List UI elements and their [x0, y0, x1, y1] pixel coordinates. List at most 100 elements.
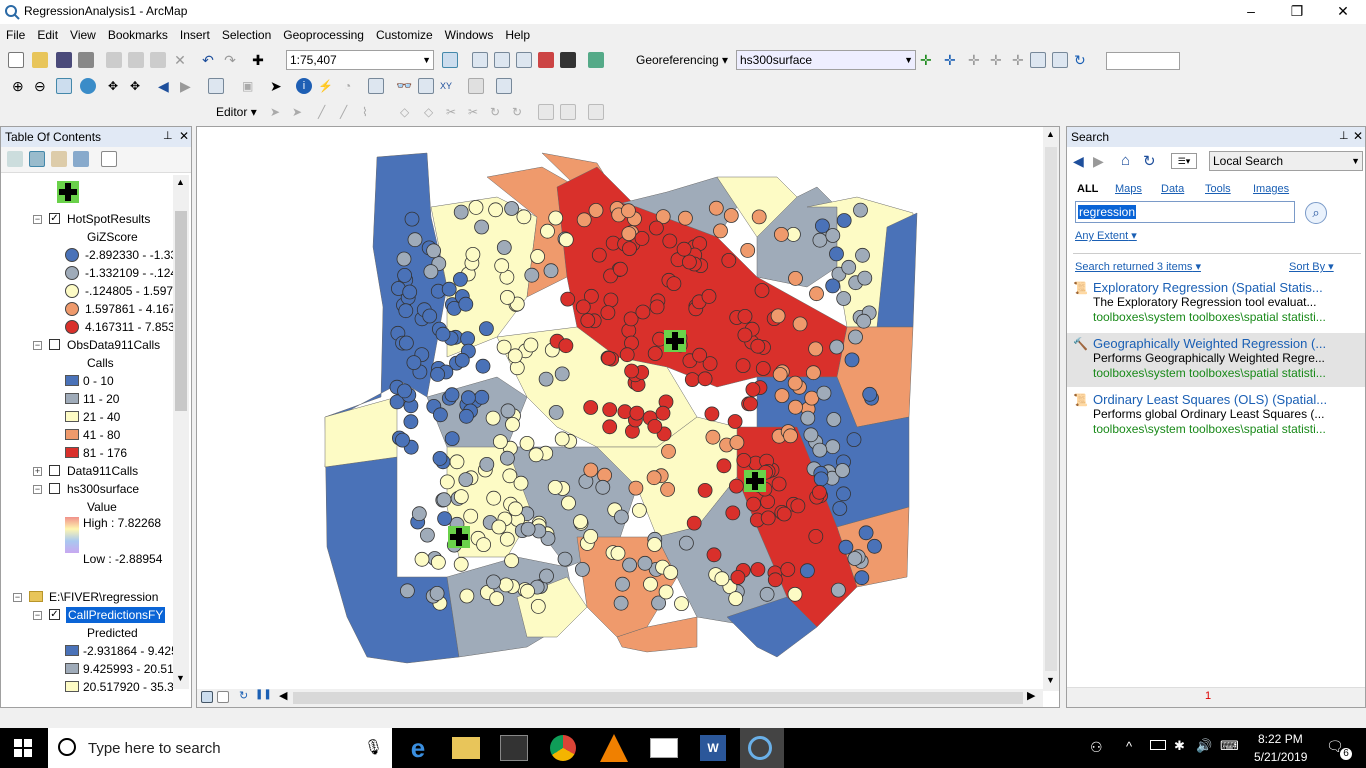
page-number[interactable]: 1 — [1205, 690, 1211, 702]
new-document-icon[interactable] — [8, 52, 24, 68]
menu-selection[interactable]: Selection — [216, 24, 277, 46]
extent-filter[interactable]: Any Extent ▾ — [1075, 229, 1137, 242]
print-icon[interactable] — [78, 52, 94, 68]
add-data-icon[interactable]: ✚ — [250, 52, 266, 68]
html-popup-icon[interactable]: ◔ — [344, 78, 360, 94]
paste-icon[interactable] — [150, 52, 166, 68]
close-button[interactable]: ✕ — [1320, 0, 1366, 24]
search-options-icon[interactable]: ☰▾ — [1171, 153, 1197, 169]
create-viewer-window-icon[interactable] — [496, 78, 512, 94]
collapse-toggle[interactable]: − — [33, 341, 42, 350]
toc-scrollbar[interactable]: ▲ ▼ — [173, 175, 189, 689]
identify-icon[interactable]: i — [296, 78, 312, 94]
list-by-drawing-order-icon[interactable] — [7, 151, 23, 167]
layer-visibility-checkbox[interactable]: ✓ — [49, 609, 60, 620]
fixed-zoom-in-icon[interactable]: ✥ — [108, 78, 124, 94]
cut-polygons-icon[interactable]: ✂ — [446, 104, 462, 120]
refresh-icon[interactable]: ↻ — [1074, 52, 1090, 68]
collapse-toggle[interactable]: − — [33, 215, 42, 224]
sketch-rotate-icon[interactable]: ↻ — [512, 104, 528, 120]
result-title[interactable]: Geographically Weighted Regression (... — [1093, 336, 1349, 351]
tab-all[interactable]: ALL — [1077, 183, 1098, 195]
results-count[interactable]: Search returned 3 items ▾ — [1075, 260, 1201, 273]
word-icon[interactable]: W — [700, 735, 726, 761]
battery-icon[interactable] — [1150, 740, 1166, 750]
clock-time[interactable]: 8:22 PM — [1258, 732, 1303, 746]
forward-extent-icon[interactable]: ▶ — [180, 78, 196, 94]
refresh-icon[interactable]: ↻ — [1143, 152, 1156, 170]
vlc-icon[interactable] — [600, 734, 628, 762]
rotate-feature-icon[interactable]: ↻ — [490, 104, 506, 120]
model-builder-icon[interactable] — [588, 52, 604, 68]
menu-insert[interactable]: Insert — [174, 24, 216, 46]
pin-icon[interactable]: ⊥ — [1339, 129, 1349, 142]
selected-layer-name[interactable]: CallPredictionsFY — [66, 607, 166, 623]
select-elements-arrow-icon[interactable]: ➤ — [270, 78, 286, 94]
go-to-xy-icon[interactable]: XY — [440, 78, 456, 94]
cut-icon[interactable] — [106, 52, 122, 68]
scroll-down-arrow-icon[interactable]: ▼ — [176, 673, 185, 683]
menu-view[interactable]: View — [64, 24, 102, 46]
pin-icon[interactable]: ⊥ — [163, 129, 173, 142]
find-route-icon[interactable] — [418, 78, 434, 94]
search-input[interactable]: regression — [1075, 201, 1295, 223]
georef-layer-select[interactable]: hs300surface ▼ — [736, 50, 916, 70]
pan-hand-icon[interactable] — [56, 78, 72, 94]
pause-drawing-icon[interactable]: ❚❚ — [255, 689, 272, 700]
attributes-icon[interactable] — [538, 104, 554, 120]
search-magnifier-icon[interactable]: ⌕ — [1305, 202, 1327, 224]
catalog-window-icon[interactable] — [494, 52, 510, 68]
edge-browser-icon[interactable]: e — [402, 732, 434, 764]
data-view-icon[interactable] — [201, 691, 213, 703]
search-result-item[interactable]: 📜 Exploratory Regression (Spatial Statis… — [1067, 277, 1365, 331]
select-features-icon[interactable] — [208, 78, 224, 94]
list-by-source-icon[interactable] — [29, 151, 45, 167]
horizontal-scrollbar-thumb[interactable] — [293, 692, 1023, 704]
full-extent-globe-icon[interactable] — [80, 78, 96, 94]
menu-geoprocessing[interactable]: Geoprocessing — [277, 24, 370, 46]
scroll-right-arrow-icon[interactable]: ▶ — [1027, 689, 1035, 702]
sort-by-menu[interactable]: Sort By ▾ — [1289, 260, 1334, 273]
menu-windows[interactable]: Windows — [439, 24, 500, 46]
tab-data[interactable]: Data — [1161, 183, 1184, 195]
arctoolbox-icon[interactable] — [538, 52, 554, 68]
result-title[interactable]: Ordinary Least Squares (OLS) (Spatial... — [1093, 392, 1349, 407]
delete-icon[interactable]: ✕ — [172, 52, 188, 68]
menu-file[interactable]: File — [0, 24, 31, 46]
shift-icon[interactable]: ✛ — [990, 52, 1006, 68]
tab-maps[interactable]: Maps — [1115, 183, 1142, 195]
zoom-in-icon[interactable]: ⊕ — [12, 78, 28, 94]
file-explorer-icon[interactable] — [452, 737, 480, 759]
tab-images[interactable]: Images — [1253, 183, 1289, 195]
collapse-toggle[interactable]: − — [33, 611, 42, 620]
show-hidden-icons-chevron-icon[interactable]: ^ — [1126, 739, 1132, 754]
close-icon[interactable]: ✕ — [1353, 129, 1363, 143]
collapse-toggle[interactable]: − — [33, 485, 42, 494]
menu-edit[interactable]: Edit — [31, 24, 64, 46]
home-icon[interactable]: ⌂ — [1121, 152, 1130, 169]
georef-options-icon[interactable] — [1052, 52, 1068, 68]
back-arrow-icon[interactable]: ◀ — [1073, 153, 1084, 170]
search-result-item[interactable]: 📜 Ordinary Least Squares (OLS) (Spatial.… — [1067, 389, 1365, 443]
result-title[interactable]: Exploratory Regression (Spatial Statis..… — [1093, 280, 1349, 295]
volume-icon[interactable]: 🔊 — [1196, 738, 1212, 754]
georeferencing-menu[interactable]: Georeferencing ▾ — [636, 53, 728, 67]
edit-tool-icon[interactable]: ➤ — [270, 104, 286, 120]
menu-customize[interactable]: Customize — [370, 24, 439, 46]
list-by-selection-icon[interactable] — [73, 151, 89, 167]
open-folder-icon[interactable] — [32, 52, 48, 68]
copy-icon[interactable] — [128, 52, 144, 68]
toc-options-icon[interactable] — [101, 151, 117, 167]
network-icon[interactable]: ✱ — [1174, 738, 1185, 754]
trace-icon[interactable]: ⌇ — [362, 104, 378, 120]
map-canvas[interactable] — [197, 127, 1043, 685]
collapse-toggle[interactable]: − — [13, 593, 22, 602]
clock-date[interactable]: 5/21/2019 — [1254, 750, 1307, 764]
create-features-icon[interactable] — [588, 104, 604, 120]
forward-arrow-icon[interactable]: ▶ — [1093, 153, 1104, 170]
layer-visibility-checkbox[interactable] — [49, 339, 60, 350]
layer-name[interactable]: hs300surface — [67, 482, 139, 496]
clear-selection-icon[interactable]: ▣ — [242, 78, 258, 94]
close-icon[interactable]: ✕ — [179, 129, 189, 143]
python-window-icon[interactable] — [560, 52, 576, 68]
